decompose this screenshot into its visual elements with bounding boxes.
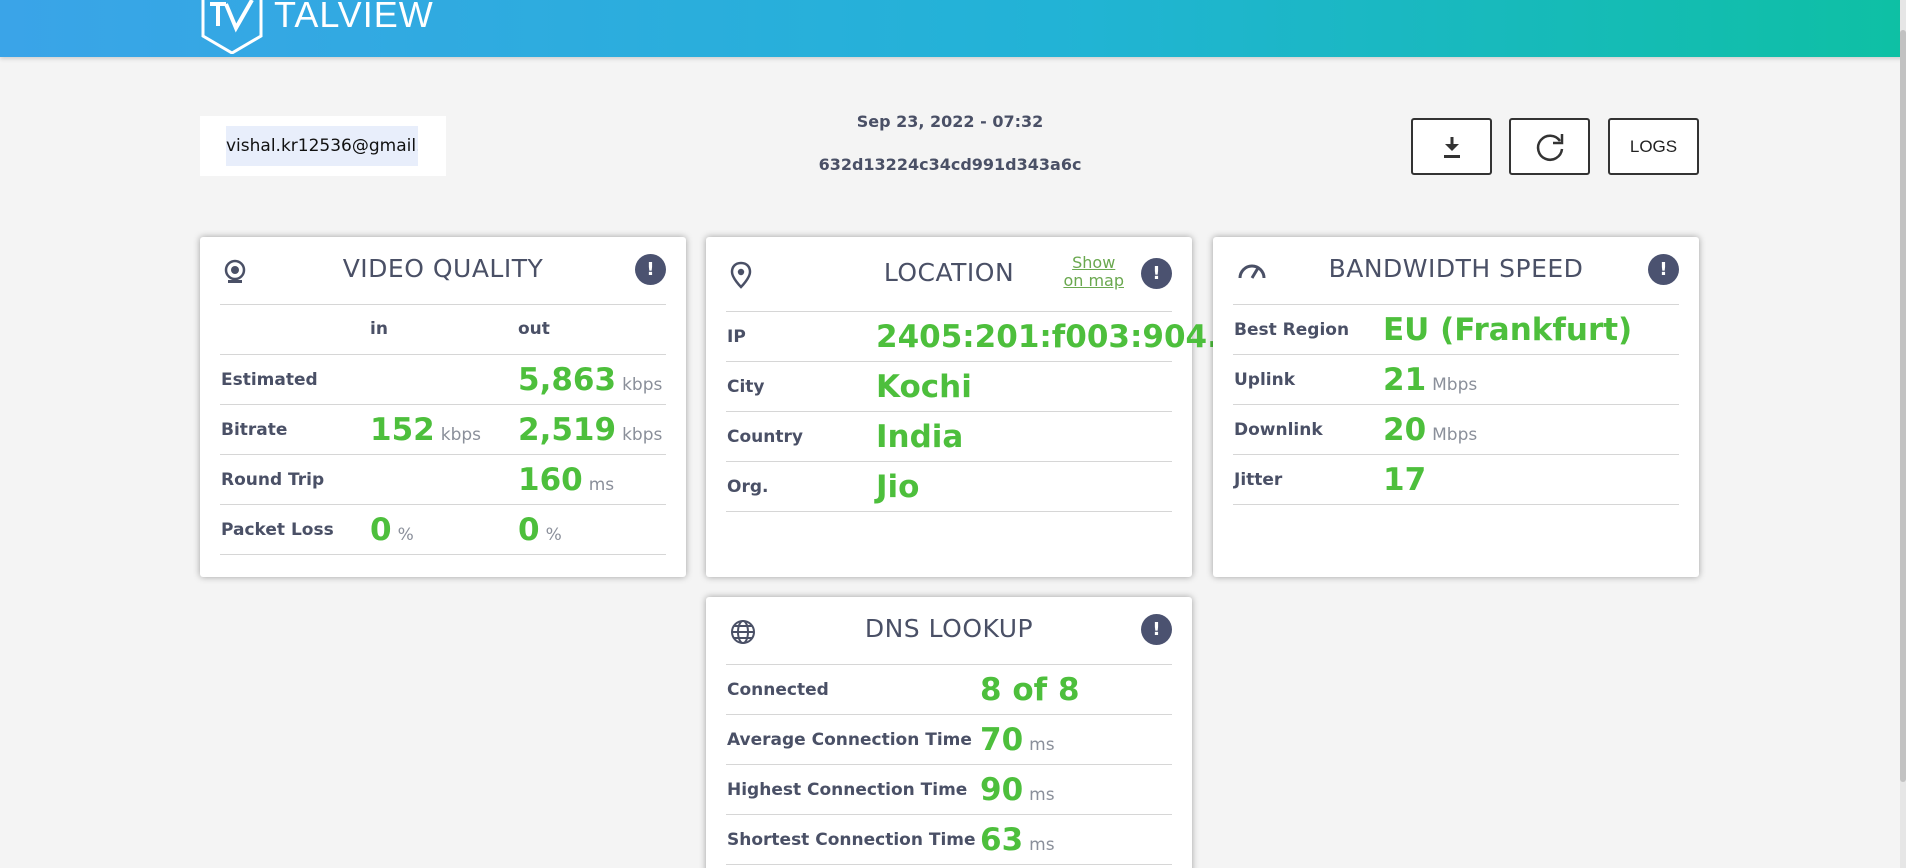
table-row: Average Connection Time 70 ms — [726, 715, 1172, 765]
row-label: Org. — [727, 477, 769, 497]
column-in-header: in — [370, 319, 388, 339]
shortest-connection-value: 63 ms — [980, 822, 1055, 858]
table-row: Connected 8 of 8 — [726, 665, 1172, 715]
brand-name: TALVIEW — [274, 0, 434, 35]
out-value: 5,863 kbps — [518, 362, 663, 398]
session-date: Sep 23, 2022 - 07:32 — [856, 112, 1044, 131]
table-row: Org. Jio — [726, 462, 1172, 512]
bandwidth-header: BANDWIDTH SPEED ! — [1233, 237, 1679, 305]
talview-logo[interactable]: TALVIEW — [200, 0, 434, 54]
row-label: Jitter — [1234, 470, 1283, 490]
best-region-value: EU (Frankfurt) — [1383, 312, 1633, 348]
jitter-value: 17 — [1383, 462, 1427, 498]
download-icon — [1443, 136, 1460, 158]
table-row: Jitter 17 — [1233, 455, 1679, 505]
dns-lookup-title: DNS LOOKUP — [864, 614, 1034, 643]
out-value: 2,519 kbps — [518, 412, 663, 448]
scrollbar-thumb[interactable] — [1900, 30, 1906, 782]
row-label: Connected — [727, 680, 829, 700]
connected-value: 8 of 8 — [980, 672, 1080, 708]
show-on-map-link[interactable]: Show on map — [1063, 254, 1124, 290]
row-label: Highest Connection Time — [727, 780, 968, 800]
row-label: Uplink — [1234, 370, 1296, 390]
row-label: Round Trip — [221, 470, 325, 490]
table-row: Downlink 20 Mbps — [1233, 405, 1679, 455]
in-value — [370, 455, 376, 510]
in-value: 0% — [370, 512, 414, 548]
row-label: Downlink — [1234, 420, 1323, 440]
row-label: Estimated — [221, 370, 318, 390]
logs-button[interactable]: LOGS — [1608, 118, 1699, 175]
top-header-bar: TALVIEW — [0, 0, 1906, 57]
video-quality-title: VIDEO QUALITY — [342, 254, 544, 283]
video-quality-info-icon[interactable]: ! — [635, 254, 666, 285]
row-label: City — [727, 377, 765, 397]
out-value: 160 ms — [518, 462, 615, 498]
row-label: IP — [727, 327, 746, 347]
bandwidth-card: BANDWIDTH SPEED ! Best Region EU (Frankf… — [1213, 237, 1699, 577]
average-connection-value: 70 ms — [980, 722, 1055, 758]
video-quality-card: VIDEO QUALITY ! in out Estimated 5,863 kb… — [200, 237, 686, 577]
video-quality-column-headers: in out — [220, 305, 666, 355]
location-card: LOCATION Show on map ! IP 2405:201:f003:… — [706, 237, 1242, 577]
scrollbar-track[interactable] — [1900, 0, 1906, 868]
show-map-line1: Show — [1072, 253, 1116, 272]
row-label: Packet Loss — [221, 520, 334, 540]
download-button[interactable] — [1411, 118, 1492, 175]
video-quality-header: VIDEO QUALITY ! — [220, 237, 666, 305]
candidate-email-box — [200, 116, 446, 176]
dns-lookup-header: DNS LOOKUP ! — [726, 597, 1172, 665]
bandwidth-info-icon[interactable]: ! — [1648, 254, 1679, 285]
city-value: Kochi — [876, 369, 972, 405]
uplink-value: 21 Mbps — [1383, 362, 1478, 398]
refresh-icon — [1536, 133, 1563, 161]
in-value: 152 kbps — [370, 412, 482, 448]
bandwidth-title: BANDWIDTH SPEED — [1328, 254, 1584, 283]
table-row: Round Trip 160 ms — [220, 455, 666, 505]
show-map-line2: on map — [1063, 271, 1124, 290]
location-info-icon[interactable]: ! — [1141, 258, 1172, 289]
dns-lookup-card: DNS LOOKUP ! Connected 8 of 8 Average Co… — [706, 597, 1192, 868]
row-label: Best Region — [1234, 320, 1350, 340]
session-id: 632d13224c34cd991d343a6c — [818, 155, 1082, 174]
row-label: Country — [727, 427, 803, 447]
dns-lookup-info-icon[interactable]: ! — [1141, 614, 1172, 645]
candidate-email-field[interactable] — [226, 126, 418, 166]
table-row: Highest Connection Time 90 ms — [726, 765, 1172, 815]
table-row: Packet Loss 0% 0% — [220, 505, 666, 555]
table-row: Shortest Connection Time 63 ms — [726, 815, 1172, 865]
row-label: Shortest Connection Time — [727, 830, 976, 850]
row-label: Bitrate — [221, 420, 288, 440]
location-header: LOCATION Show on map ! — [726, 237, 1172, 312]
ip-value: 2405:201:f003:904... — [876, 319, 1243, 355]
table-row: City Kochi — [726, 362, 1172, 412]
highest-connection-value: 90 ms — [980, 772, 1055, 808]
table-row: Uplink 21 Mbps — [1233, 355, 1679, 405]
table-row: Estimated 5,863 kbps — [220, 355, 666, 405]
table-row: Bitrate 152 kbps 2,519 kbps — [220, 405, 666, 455]
table-row: Country India — [726, 412, 1172, 462]
table-row: Best Region EU (Frankfurt) — [1233, 305, 1679, 355]
talview-shield-icon — [201, 0, 263, 54]
row-label: Average Connection Time — [727, 730, 972, 750]
country-value: India — [876, 419, 964, 455]
out-value: 0% — [518, 512, 562, 548]
downlink-value: 20 Mbps — [1383, 412, 1478, 448]
refresh-button[interactable] — [1509, 118, 1590, 175]
org-value: Jio — [876, 469, 920, 505]
in-value — [370, 355, 376, 410]
column-out-header: out — [518, 319, 550, 339]
table-row: IP 2405:201:f003:904... — [726, 312, 1242, 362]
